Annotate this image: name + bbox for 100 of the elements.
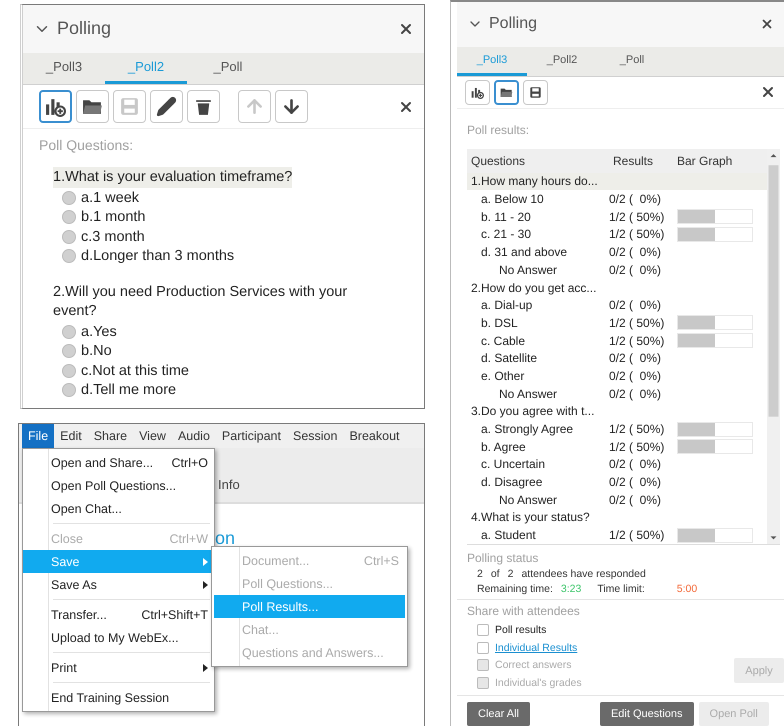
result-cell-text: 0/2 ( 0%) <box>609 368 662 383</box>
open-button[interactable] <box>76 90 109 123</box>
menu-bar-item[interactable]: Breakout <box>343 424 406 448</box>
question-cell-text: 4.What is your status? <box>470 510 591 524</box>
menu-bar-item[interactable]: Audio <box>172 424 216 448</box>
answer-cell-text: No Answer <box>498 492 558 507</box>
checkbox[interactable] <box>477 624 489 636</box>
answer-cell-text: c. Uncertain <box>480 457 546 472</box>
radio-button[interactable] <box>62 364 76 378</box>
answer-cell-text: c. 21 - 30 <box>480 227 532 242</box>
question-cell-text: 1.How many hours do... <box>470 174 599 188</box>
poll-tab[interactable]: _Poll <box>597 46 667 76</box>
share-link[interactable]: Individual Results <box>495 642 578 654</box>
menu-bar-item[interactable]: Edit <box>54 424 88 448</box>
menu-item[interactable]: Open Chat... <box>23 497 214 520</box>
poll-tab[interactable]: _Poll2 <box>527 46 597 76</box>
poll-tab[interactable]: _Poll3 <box>23 52 105 84</box>
menu-item[interactable]: Open and Share... Ctrl+O <box>23 451 214 474</box>
menu-item[interactable]: Print <box>23 656 214 679</box>
checkbox-label: Correct answers <box>495 659 572 672</box>
option-label: a.Yes <box>81 324 117 340</box>
menu-bar-item[interactable]: Share <box>88 424 134 448</box>
answer-cell-text: a. Dial-up <box>480 298 534 312</box>
action-button[interactable]: Edit Questions <box>600 702 694 726</box>
option-label: a.1 week <box>81 190 140 206</box>
move-down-button[interactable] <box>275 90 308 123</box>
radio-button[interactable] <box>62 249 76 264</box>
close-icon[interactable] <box>760 17 774 32</box>
column-header: Results <box>613 154 654 168</box>
column-header: Questions <box>471 154 526 168</box>
section-label: Share with attendees <box>467 604 581 618</box>
result-cell-text: 1/2 ( 50%) <box>609 316 666 330</box>
action-button[interactable]: Clear All <box>467 702 530 726</box>
radio-button[interactable] <box>62 383 76 398</box>
time-limit: 5:00 <box>676 583 698 595</box>
radio-button[interactable] <box>62 230 76 244</box>
answer-cell-text: b. DSL <box>480 316 519 330</box>
new-poll-button[interactable] <box>465 80 490 105</box>
result-cell-text: 0/2 ( 0%) <box>609 192 662 206</box>
remaining-time: 3:23 <box>560 583 582 595</box>
answer-cell-text: b. 11 - 20 <box>480 210 532 224</box>
panel-title: Polling <box>57 18 112 40</box>
answer-cell-text: No Answer <box>498 262 558 277</box>
radio-button[interactable] <box>62 344 76 358</box>
question-cell-text: 3.Do you agree with t... <box>470 404 596 418</box>
radio-button[interactable] <box>62 324 76 339</box>
result-cell-text: 0/2 ( 0%) <box>609 298 662 312</box>
result-cell-text: 1/2 ( 50%) <box>609 528 666 542</box>
radio-button[interactable] <box>62 190 76 205</box>
panel-title: Polling <box>489 15 538 34</box>
result-cell-text: 0/2 ( 0%) <box>609 386 662 401</box>
result-cell-text: 0/2 ( 0%) <box>609 475 662 490</box>
menu-item[interactable]: End Training Session <box>23 686 214 709</box>
remaining-label: Remaining time: <box>477 583 553 595</box>
checkbox[interactable] <box>477 642 489 654</box>
save-button[interactable] <box>523 80 548 105</box>
menu-bar-item[interactable]: Session <box>286 424 344 448</box>
radio-button[interactable] <box>62 210 76 224</box>
section-label: Polling status <box>467 551 540 565</box>
question-cell-text: 2.How do you get acc... <box>470 280 598 295</box>
time-limit-label: Time limit: <box>597 583 645 595</box>
answer-cell-text: a. Below 10 <box>480 192 545 206</box>
menu-bar-item[interactable]: File <box>22 424 54 448</box>
answer-cell-text: a. Student <box>480 528 537 542</box>
menu-item[interactable]: Open Poll Questions... <box>23 474 214 497</box>
result-cell-text: 0/2 ( 0%) <box>609 245 662 260</box>
menu-item[interactable]: Transfer... Ctrl+Shift+T <box>23 603 214 626</box>
submenu-arrow-icon <box>203 580 208 588</box>
poll-tab[interactable]: _Poll <box>187 52 269 84</box>
result-cell-text: 1/2 ( 50%) <box>609 422 666 436</box>
answer-cell-text: d. Satellite <box>480 351 538 366</box>
result-cell-text: 0/2 ( 0%) <box>609 351 662 366</box>
heading-text: on <box>215 528 236 549</box>
delete-button[interactable] <box>187 90 220 123</box>
edit-button[interactable] <box>150 90 183 123</box>
checkbox-label: Poll results <box>495 624 546 636</box>
option-label: c.Not at this time <box>81 362 189 379</box>
total-count: 2 <box>508 568 514 580</box>
option-label: d.Longer than 3 months <box>81 248 234 264</box>
scrollbar-drawing[interactable] <box>767 148 780 544</box>
bar-chart-plus-icon <box>471 86 484 99</box>
option-label: b.No <box>81 343 112 360</box>
option-label: c.3 month <box>81 228 145 245</box>
menu-bar-item[interactable]: View <box>133 424 172 448</box>
answer-cell-text: c. Cable <box>480 334 526 348</box>
result-cell-text: 1/2 ( 50%) <box>609 227 666 242</box>
menu-bar-item[interactable]: Participant <box>216 424 287 448</box>
answer-cell-text: d. 31 and above <box>480 245 568 260</box>
bar-chart-plus-icon <box>45 96 66 117</box>
section-label: Poll Questions: <box>39 137 134 153</box>
responded-count: 2 <box>477 568 483 580</box>
arrow-down-icon <box>281 96 302 117</box>
section-label: Poll results: <box>467 122 530 137</box>
checkbox-label: Individual's grades <box>495 676 582 689</box>
answer-cell-text: a. Strongly Agree <box>480 422 574 436</box>
menu-item[interactable]: Upload to My WebEx... <box>23 626 214 649</box>
open-button[interactable] <box>494 80 519 105</box>
menu-item[interactable]: Save As <box>23 573 214 596</box>
new-poll-button[interactable] <box>39 90 72 123</box>
submenu-arrow-icon <box>203 558 208 566</box>
